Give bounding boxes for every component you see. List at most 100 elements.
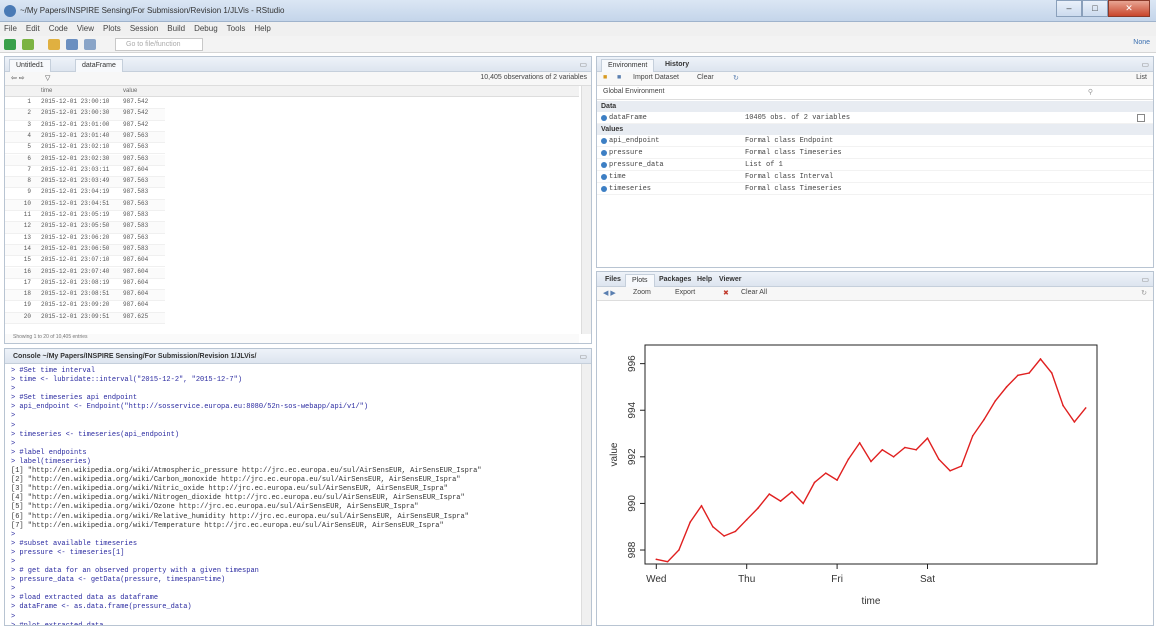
project-menu[interactable]: None xyxy=(1133,39,1150,46)
new-file-icon[interactable] xyxy=(4,39,16,50)
window-title: ~/My Papers/INSPIRE Sensing/For Submissi… xyxy=(20,6,285,15)
environment-row[interactable]: pressure_data List of 1 xyxy=(597,159,1153,171)
view-data-icon[interactable] xyxy=(1137,114,1145,122)
view-mode-dropdown[interactable]: List xyxy=(1136,74,1147,81)
table-row[interactable]: 17 2015-12-01 23:08:19 987.604 xyxy=(5,279,165,291)
tab-untitled1[interactable]: Untitled1 xyxy=(9,59,51,72)
environment-row[interactable]: time Formal class Interval xyxy=(597,171,1153,183)
pane-maximize-icon[interactable]: ▭ xyxy=(579,60,587,69)
pane-maximize-icon[interactable]: ▭ xyxy=(579,352,587,361)
menu-build[interactable]: Build xyxy=(167,22,185,36)
filter-icon[interactable]: ▽ xyxy=(45,74,50,82)
zoom-button[interactable]: Zoom xyxy=(633,289,651,296)
save-icon[interactable] xyxy=(66,39,78,50)
row-number: 5 xyxy=(27,143,31,151)
console-title[interactable]: Console ~/My Papers/INSPIRE Sensing/For … xyxy=(7,351,262,364)
y-tick-label: 992 xyxy=(627,448,638,465)
column-header-time[interactable]: time xyxy=(41,88,52,94)
remove-plot-icon[interactable]: ✖ xyxy=(723,289,729,297)
environment-row[interactable]: timeseries Formal class Timeseries xyxy=(597,183,1153,195)
export-button[interactable]: Export xyxy=(675,289,695,296)
object-description: 10405 obs. of 2 variables xyxy=(745,114,851,122)
table-row[interactable]: 15 2015-12-01 23:07:10 987.604 xyxy=(5,256,165,268)
table-row[interactable]: 12 2015-12-01 23:05:50 987.583 xyxy=(5,222,165,234)
pane-maximize-icon[interactable]: ▭ xyxy=(1141,60,1149,69)
import-dataset-button[interactable]: Import Dataset xyxy=(633,74,679,81)
tab-viewer[interactable]: Viewer xyxy=(713,274,747,287)
menu-help[interactable]: Help xyxy=(254,22,270,36)
row-number: 13 xyxy=(23,233,31,241)
search-icon[interactable]: ⚲ xyxy=(1088,88,1093,96)
table-row[interactable]: 19 2015-12-01 23:09:20 987.604 xyxy=(5,301,165,313)
back-icon[interactable]: ⇦ ⇨ xyxy=(11,74,25,82)
table-row[interactable]: 1 2015-12-01 23:00:10 987.542 xyxy=(5,98,165,110)
table-row[interactable]: 10 2015-12-01 23:04:51 987.563 xyxy=(5,199,165,211)
menu-debug[interactable]: Debug xyxy=(194,22,218,36)
row-number: 14 xyxy=(23,244,31,252)
table-row[interactable]: 8 2015-12-01 23:03:49 987.563 xyxy=(5,177,165,189)
close-button[interactable]: ✕ xyxy=(1108,0,1150,17)
time-cell: 2015-12-01 23:01:00 xyxy=(41,120,110,128)
menu-file[interactable]: File xyxy=(4,22,17,36)
console-output[interactable]: > #Set time interval > time <- lubridate:… xyxy=(5,364,579,625)
table-row[interactable]: 13 2015-12-01 23:06:20 987.563 xyxy=(5,234,165,245)
open-file-icon[interactable] xyxy=(48,39,60,50)
table-row[interactable]: 3 2015-12-01 23:01:00 987.542 xyxy=(5,121,165,132)
maximize-button[interactable]: □ xyxy=(1082,0,1108,17)
row-number: 3 xyxy=(27,120,31,128)
menu-edit[interactable]: Edit xyxy=(26,22,40,36)
minimize-button[interactable]: – xyxy=(1056,0,1082,17)
table-row[interactable]: 11 2015-12-01 23:05:19 987.583 xyxy=(5,211,165,223)
table-row[interactable]: 6 2015-12-01 23:02:30 987.563 xyxy=(5,154,165,166)
row-number: 20 xyxy=(23,312,31,320)
load-workspace-icon[interactable]: ■ xyxy=(603,74,607,81)
vertical-scrollbar[interactable] xyxy=(581,86,591,334)
table-row[interactable]: 4 2015-12-01 23:01:40 987.563 xyxy=(5,131,165,144)
console-input-line: > #Set time interval xyxy=(11,367,96,375)
menu-code[interactable]: Code xyxy=(49,22,68,36)
environment-row[interactable]: pressure Formal class Timeseries xyxy=(597,147,1153,159)
tab-history[interactable]: History xyxy=(659,59,695,72)
tab-dataframe[interactable]: dataFrame xyxy=(75,59,123,72)
table-row[interactable]: 16 2015-12-01 23:07:40 987.604 xyxy=(5,267,165,279)
table-row[interactable]: 14 2015-12-01 23:06:50 987.583 xyxy=(5,244,165,257)
value-cell: 987.604 xyxy=(123,290,149,298)
environment-tabs: Environment History ▭ xyxy=(597,57,1153,72)
save-workspace-icon[interactable]: ■ xyxy=(617,74,621,81)
save-all-icon[interactable] xyxy=(84,39,96,50)
value-cell: 987.604 xyxy=(123,256,149,264)
menu-plots[interactable]: Plots xyxy=(103,22,121,36)
table-row[interactable]: 5 2015-12-01 23:02:10 987.563 xyxy=(5,143,165,155)
global-environment-dropdown[interactable]: Global Environment xyxy=(603,88,664,95)
object-icon xyxy=(601,162,607,168)
menu-view[interactable]: View xyxy=(77,22,94,36)
refresh-icon[interactable]: ↻ xyxy=(733,74,739,82)
table-row[interactable]: 18 2015-12-01 23:08:51 987.604 xyxy=(5,290,165,302)
tab-files[interactable]: Files xyxy=(599,274,627,287)
environment-row[interactable]: dataFrame 10405 obs. of 2 variables xyxy=(597,112,1153,124)
data-point xyxy=(768,493,771,495)
plot-frame xyxy=(644,344,1098,565)
object-icon xyxy=(601,150,607,156)
object-description: List of 1 xyxy=(745,161,783,169)
clear-all-button[interactable]: Clear All xyxy=(741,289,767,296)
menu-session[interactable]: Session xyxy=(130,22,158,36)
previous-plot-icon[interactable]: ◀ ▶ xyxy=(603,289,616,297)
refresh-icon[interactable]: ↻ xyxy=(1141,289,1147,297)
column-header-value[interactable]: value xyxy=(123,88,137,94)
table-row[interactable]: 7 2015-12-01 23:03:11 987.604 xyxy=(5,166,165,178)
tab-plots[interactable]: Plots xyxy=(625,274,655,287)
value-cell: 987.604 xyxy=(123,301,149,309)
menu-tools[interactable]: Tools xyxy=(227,22,246,36)
table-row[interactable]: 9 2015-12-01 23:04:19 987.583 xyxy=(5,188,165,200)
table-row[interactable]: 2 2015-12-01 23:00:30 987.542 xyxy=(5,109,165,121)
row-number: 11 xyxy=(23,211,31,218)
pane-maximize-icon[interactable]: ▭ xyxy=(1141,275,1149,284)
environment-row[interactable]: api_endpoint Formal class Endpoint xyxy=(597,135,1153,147)
console-scrollbar[interactable] xyxy=(581,364,591,625)
new-project-icon[interactable] xyxy=(22,39,34,50)
table-row[interactable]: 20 2015-12-01 23:09:51 987.625 xyxy=(5,312,165,324)
clear-button[interactable]: Clear xyxy=(697,74,714,81)
tab-environment[interactable]: Environment xyxy=(601,59,655,72)
goto-file-input[interactable]: Go to file/function xyxy=(115,38,203,51)
